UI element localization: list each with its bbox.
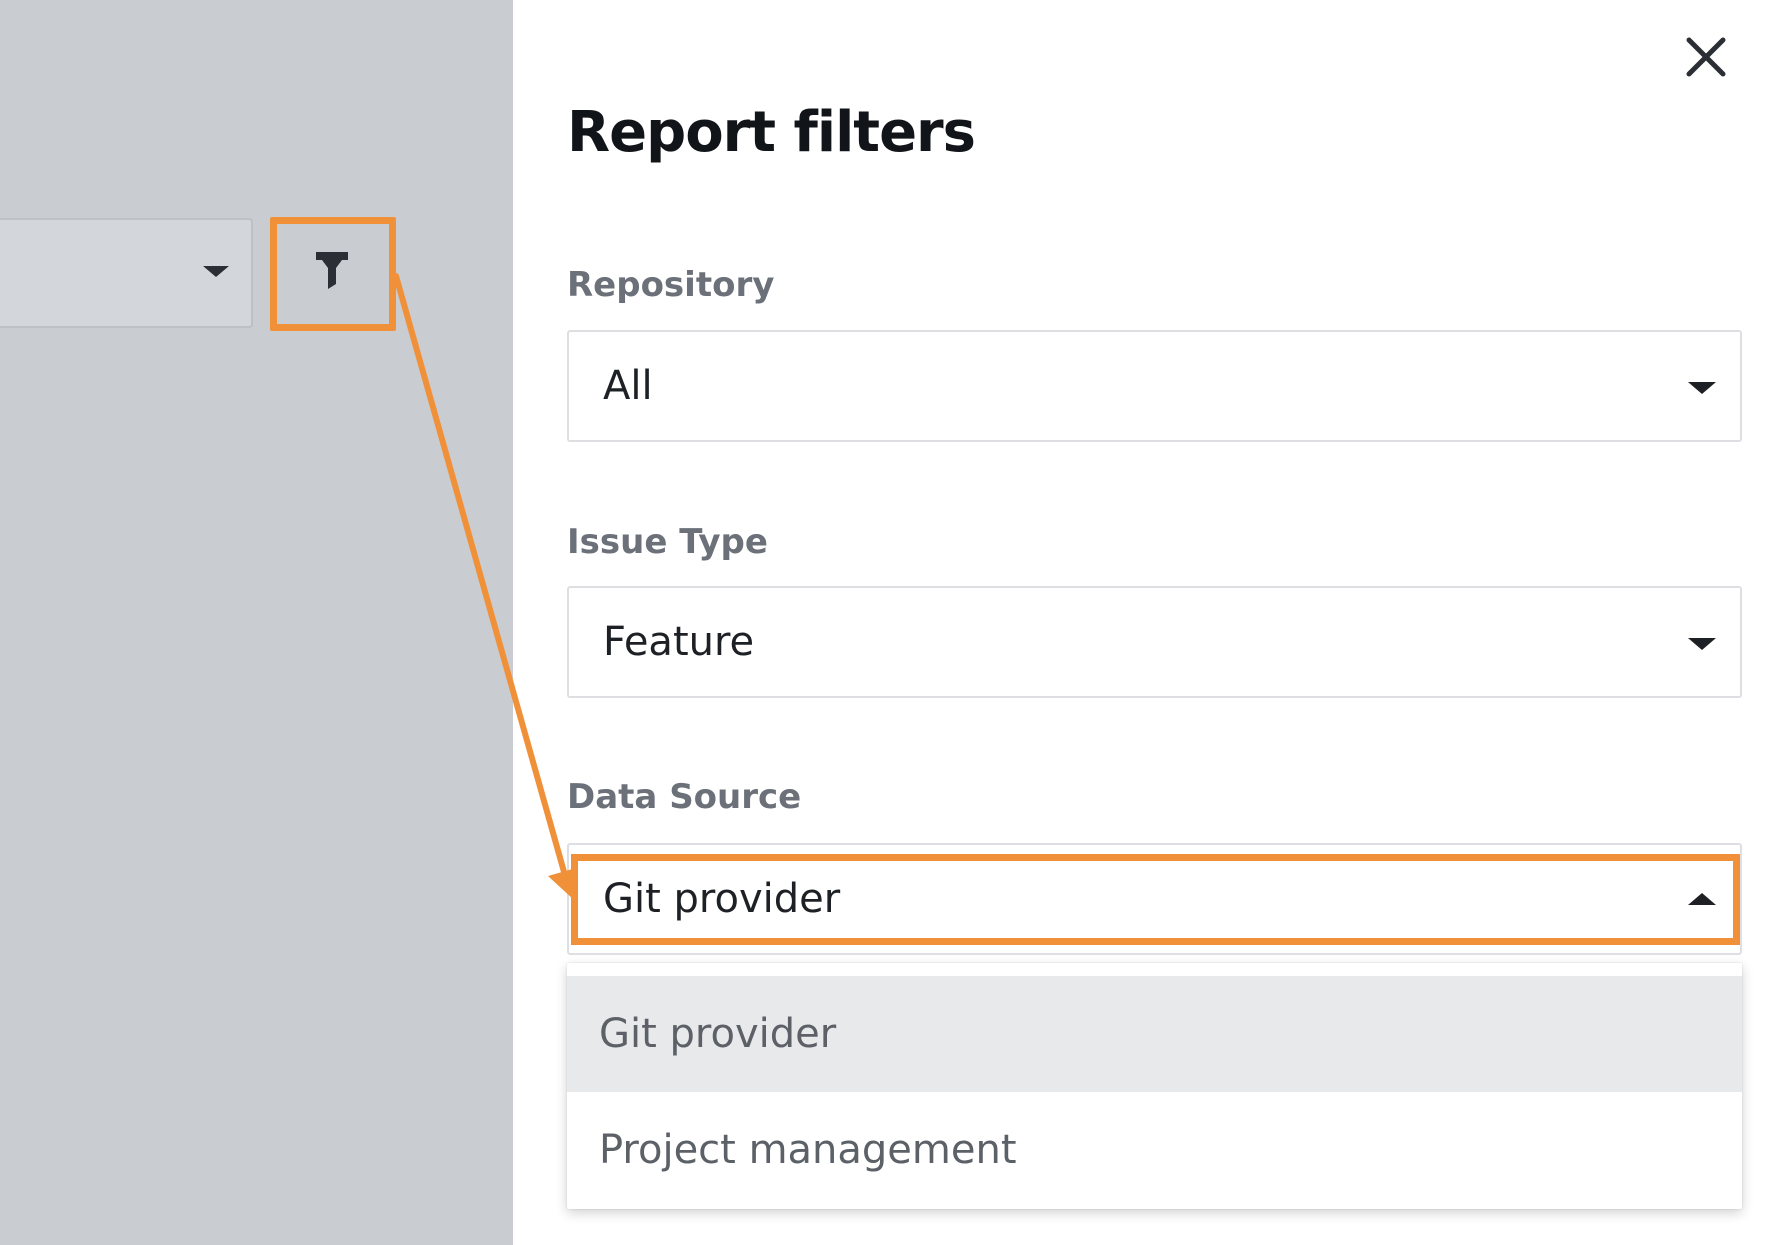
dropdown-option-git-provider[interactable]: Git provider <box>567 976 1742 1092</box>
chevron-down-icon <box>1688 382 1716 394</box>
issue-type-select[interactable]: Feature <box>567 586 1742 698</box>
chevron-down-icon <box>1688 638 1716 650</box>
dropdown-option-label: Project management <box>599 1127 1017 1173</box>
repository-label: Repository <box>567 265 775 305</box>
chevron-down-icon <box>203 266 229 277</box>
close-icon <box>1686 37 1726 77</box>
chevron-up-icon <box>1688 893 1716 905</box>
close-button[interactable] <box>1681 32 1731 82</box>
background-overlay <box>0 0 513 1245</box>
filter-icon <box>316 252 348 289</box>
data-source-select[interactable]: Git provider <box>567 843 1742 955</box>
data-source-value: Git provider <box>603 876 841 922</box>
report-filters-panel: Report filters Repository All Issue Type… <box>513 0 1782 1245</box>
filter-button[interactable] <box>270 218 394 328</box>
dropdown-option-label: Git provider <box>599 1011 837 1057</box>
repository-select[interactable]: All <box>567 330 1742 442</box>
data-source-dropdown: Git provider Project management <box>567 963 1742 1209</box>
repository-value: All <box>603 363 653 409</box>
issue-type-label: Issue Type <box>567 522 768 562</box>
panel-title: Report filters <box>567 100 976 165</box>
dropdown-option-project-management[interactable]: Project management <box>567 1092 1742 1208</box>
data-source-label: Data Source <box>567 777 802 817</box>
background-select <box>0 218 253 328</box>
issue-type-value: Feature <box>603 619 755 665</box>
